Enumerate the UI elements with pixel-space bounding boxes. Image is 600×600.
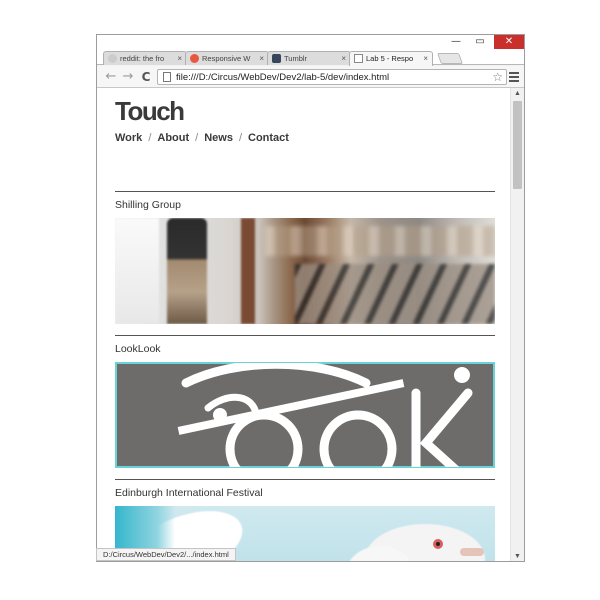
- tab-tumblr[interactable]: Tumblr ×: [267, 51, 351, 65]
- menu-icon[interactable]: [508, 69, 520, 85]
- browser-toolbar: ← → C file:///D:/Circus/WebDev/Dev2/lab-…: [97, 66, 524, 88]
- tab-label: Lab 5 - Respo: [366, 54, 414, 63]
- new-tab-button[interactable]: [436, 53, 464, 64]
- nav-link-contact[interactable]: Contact: [248, 132, 289, 144]
- nav-link-about[interactable]: About: [157, 132, 189, 144]
- site-logo[interactable]: Touch: [115, 96, 185, 127]
- tab-close-icon[interactable]: ×: [259, 52, 264, 65]
- forward-icon[interactable]: →: [120, 69, 136, 85]
- scroll-up-icon[interactable]: ▲: [511, 88, 524, 100]
- tab-close-icon[interactable]: ×: [177, 52, 182, 65]
- scrollbar-thumb[interactable]: [513, 101, 522, 189]
- vertical-scrollbar[interactable]: ▲ ▼: [510, 88, 524, 561]
- page-viewport: Touch Work / About / News / Contact Shilling G…: [97, 88, 512, 561]
- nav-separator: /: [195, 132, 199, 144]
- tab-label: reddit: the fro: [120, 54, 165, 63]
- tab-lab5[interactable]: Lab 5 - Respo ×: [349, 51, 433, 66]
- tab-label: Tumblr: [284, 54, 308, 63]
- responsive-favicon-icon: [190, 54, 199, 63]
- browser-window: — ▭ ✕ reddit: the fro × Responsive W × T…: [96, 34, 525, 562]
- nav-separator: /: [238, 132, 243, 144]
- project-title[interactable]: Shilling Group: [115, 199, 495, 212]
- project-title[interactable]: Edinburgh International Festival: [115, 487, 495, 500]
- page-favicon-icon: [354, 54, 363, 63]
- project-looklook: LookLook: [115, 335, 495, 468]
- project-title[interactable]: LookLook: [115, 343, 495, 356]
- project-image[interactable]: [115, 218, 495, 324]
- maximize-button[interactable]: ▭: [468, 35, 492, 49]
- tab-strip: reddit: the fro × Responsive W × Tumblr …: [97, 49, 524, 66]
- tab-close-icon[interactable]: ×: [341, 52, 346, 65]
- scroll-down-icon[interactable]: ▼: [511, 551, 524, 561]
- status-bar: D:/Circus/WebDev/Dev2/.../index.html: [96, 548, 236, 561]
- divider: [115, 479, 495, 480]
- tab-close-icon[interactable]: ×: [423, 52, 428, 65]
- address-bar[interactable]: file:///D:/Circus/WebDev/Dev2/lab-5/dev/…: [157, 69, 507, 85]
- nav-link-work[interactable]: Work: [115, 132, 142, 144]
- divider: [115, 335, 495, 336]
- tab-responsive[interactable]: Responsive W ×: [185, 51, 269, 65]
- tab-reddit[interactable]: reddit: the fro ×: [103, 51, 187, 65]
- reload-icon[interactable]: C: [138, 69, 154, 85]
- nav-link-news[interactable]: News: [204, 132, 233, 144]
- back-icon[interactable]: ←: [103, 69, 119, 85]
- document-icon: [163, 72, 171, 82]
- title-bar: — ▭ ✕: [97, 35, 524, 49]
- tab-label: Responsive W: [202, 54, 251, 63]
- nav-separator: /: [148, 132, 152, 144]
- reddit-favicon-icon: [108, 54, 117, 63]
- close-window-button[interactable]: ✕: [494, 35, 524, 49]
- url-text[interactable]: file:///D:/Circus/WebDev/Dev2/lab-5/dev/…: [176, 71, 389, 84]
- site-nav: Work / About / News / Contact: [115, 132, 289, 144]
- minimize-button[interactable]: —: [444, 35, 468, 49]
- project-shilling-group: Shilling Group: [115, 191, 495, 324]
- project-image[interactable]: [115, 362, 495, 468]
- divider: [115, 191, 495, 192]
- bookmark-star-icon[interactable]: ☆: [492, 70, 503, 84]
- tumblr-favicon-icon: [272, 54, 281, 63]
